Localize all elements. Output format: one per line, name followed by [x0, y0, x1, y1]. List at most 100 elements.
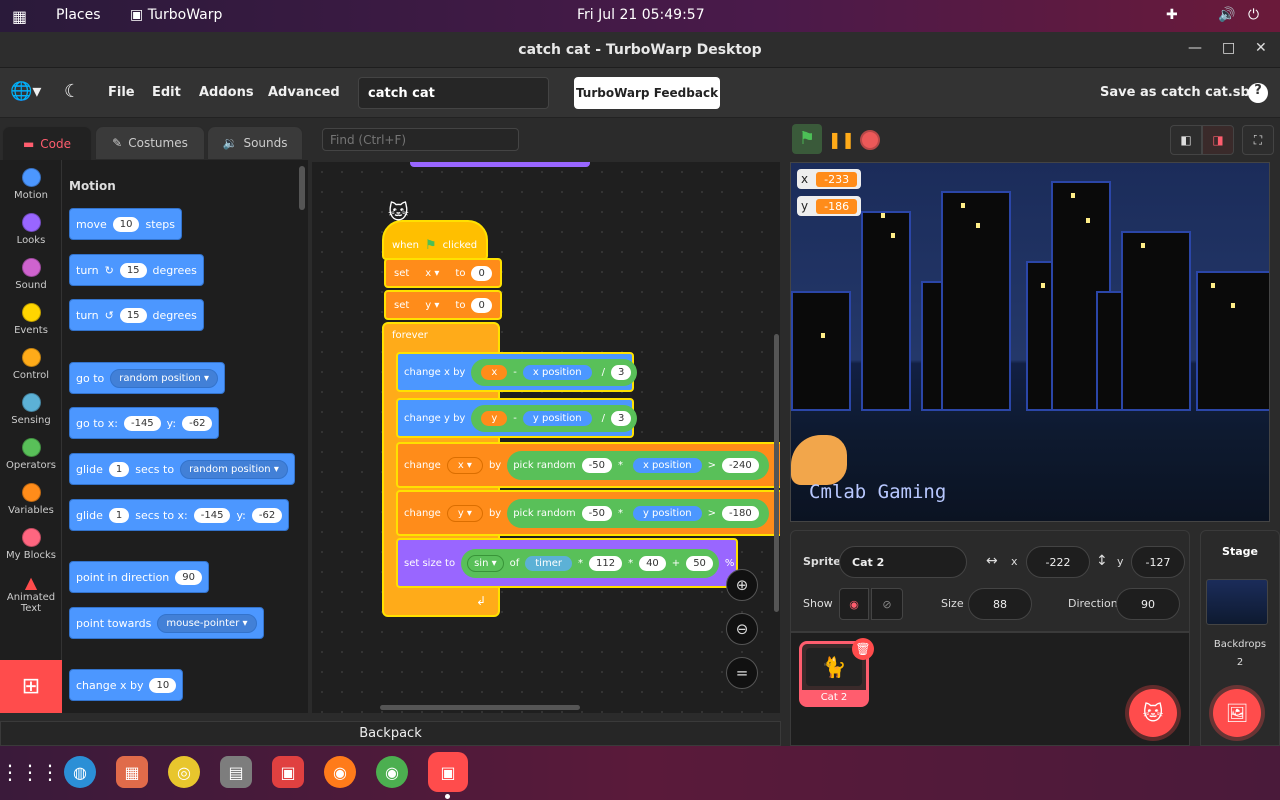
firefox-icon[interactable]: ◉ — [324, 756, 356, 788]
glide-x-input[interactable]: -145 — [193, 507, 231, 523]
change-x-by-block[interactable]: change x by x - x position / 3 — [396, 352, 638, 392]
change-var-x-dropdown[interactable]: x ▾ — [446, 456, 483, 474]
rhythmbox-icon[interactable]: ◎ — [168, 756, 200, 788]
chrome-icon[interactable]: ◉ — [376, 756, 408, 788]
block-glide[interactable]: glide 1 secs to random position ▾ — [69, 453, 295, 485]
category-sound[interactable]: Sound — [0, 258, 62, 291]
pick-random-x-min-input[interactable]: -50 — [581, 457, 612, 473]
category-events[interactable]: Events — [0, 303, 62, 336]
tab-code[interactable]: ▬ Code — [2, 126, 92, 160]
greater-than-y-operator[interactable]: y position > -180 — [628, 503, 763, 523]
category-my-blocks[interactable]: My Blocks — [0, 528, 62, 561]
software-icon[interactable]: ▣ — [272, 756, 304, 788]
sprite-thumb-cat-2[interactable]: 🐈 Cat 2 🗑 — [799, 638, 874, 707]
set-x-var-dropdown[interactable]: x ▾ — [415, 265, 450, 281]
go-to-dropdown[interactable]: random position ▾ — [110, 368, 219, 388]
block-move[interactable]: move 10 steps — [69, 208, 182, 240]
file-menu[interactable]: File — [108, 85, 135, 100]
monitor-y[interactable]: y -186 — [797, 196, 862, 216]
show-sprite-button[interactable]: ◉ — [839, 588, 869, 620]
sprite-name-input[interactable]: Cat 2 — [839, 546, 967, 578]
size-amplitude-input[interactable]: 40 — [639, 555, 666, 571]
y-position-reporter-2[interactable]: y position — [632, 505, 702, 521]
set-y-value-input[interactable]: 0 — [471, 297, 492, 313]
set-size-block[interactable]: set size to sin ▾ of timer * 112 * 40 + … — [396, 538, 738, 588]
set-y-block[interactable]: set y ▾ to 0 — [384, 290, 502, 320]
block-go-to[interactable]: go to random position ▾ — [69, 362, 226, 394]
app-menu[interactable]: ▣ TurboWarp — [130, 7, 222, 23]
script-workspace[interactable]: forever when ⚑ clicked 🐱 set x ▾ to 0 se… — [312, 162, 780, 713]
change-y-divisor-input[interactable]: 3 — [610, 410, 632, 426]
math-function-dropdown[interactable]: sin ▾ — [467, 554, 504, 572]
change-var-x-block[interactable]: change x ▾ by pick random -50 * x positi… — [396, 442, 780, 488]
subtract-operator-y[interactable]: y - y position — [477, 408, 596, 428]
close-button[interactable]: ✕ — [1255, 40, 1267, 56]
sprite-size-input[interactable]: 88 — [968, 588, 1032, 620]
hide-sprite-button[interactable]: ⊘ — [871, 588, 903, 620]
turn-right-input[interactable]: 15 — [119, 262, 147, 278]
category-control[interactable]: Control — [0, 348, 62, 381]
large-stage-button[interactable]: ◨ — [1202, 125, 1234, 155]
change-y-by-block[interactable]: change y by y - y position / 3 — [396, 398, 638, 438]
monitor-x[interactable]: x -233 — [797, 169, 862, 189]
pick-random-y-min-input[interactable]: -50 — [581, 505, 612, 521]
category-operators[interactable]: Operators — [0, 438, 62, 471]
glide-dropdown[interactable]: random position ▾ — [180, 459, 288, 479]
block-change-x[interactable]: change x by 10 — [69, 669, 184, 701]
workspace-vscrollbar[interactable] — [774, 334, 779, 612]
subtract-operator[interactable]: x - x position — [477, 362, 596, 382]
calendar-icon[interactable]: ▦ — [116, 756, 148, 788]
set-x-value-input[interactable]: 0 — [471, 265, 492, 281]
divide-operator[interactable]: x - x position / 3 — [471, 358, 638, 386]
zoom-reset-button[interactable]: = — [726, 657, 758, 689]
fullscreen-button[interactable]: ⛶ — [1242, 125, 1274, 155]
green-flag-button[interactable]: ⚑ — [792, 124, 822, 154]
places-menu[interactable]: Places — [56, 7, 101, 23]
sprite-x-input[interactable]: -222 — [1026, 546, 1090, 578]
cat-sprite[interactable] — [791, 435, 847, 485]
direction-input[interactable]: 90 — [175, 569, 203, 585]
glide-secs-input[interactable]: 1 — [108, 461, 130, 477]
change-var-y-dropdown[interactable]: y ▾ — [446, 504, 483, 522]
set-y-var-dropdown[interactable]: y ▾ — [415, 297, 450, 313]
sprite-direction-input[interactable]: 90 — [1116, 588, 1180, 620]
block-glide-xy[interactable]: glide 1 secs to x: -145 y: -62 — [69, 499, 290, 531]
palette-scrollbar[interactable] — [299, 166, 305, 210]
help-icon[interactable]: ? — [1248, 83, 1268, 103]
tab-sounds[interactable]: 🔉 Sounds — [207, 126, 303, 160]
turbowarp-taskbar-icon[interactable]: ▣ — [428, 752, 468, 792]
point-towards-dropdown[interactable]: mouse-pointer ▾ — [157, 613, 257, 633]
sin-of-operator[interactable]: sin ▾ of timer * 112 * 40 + 50 — [461, 548, 719, 578]
browser-icon[interactable]: ◍ — [64, 756, 96, 788]
zoom-in-button[interactable]: ⊕ — [726, 569, 758, 601]
choose-backdrop-button[interactable]: 🖼 — [1213, 689, 1261, 737]
pick-random-y-operator[interactable]: pick random -50 * y position > -180 — [507, 498, 769, 528]
addons-menu[interactable]: Addons — [199, 85, 254, 100]
clock[interactable]: Fri Jul 21 05:49:57 — [577, 7, 705, 23]
size-multiplier-input[interactable]: 112 — [588, 555, 623, 571]
go-to-y-input[interactable]: -62 — [182, 415, 213, 431]
add-extension-button[interactable]: ⊞ — [0, 660, 62, 713]
block-point-towards[interactable]: point towards mouse-pointer ▾ — [69, 607, 264, 639]
minimize-button[interactable]: — — [1188, 40, 1202, 56]
go-to-x-input[interactable]: -145 — [123, 415, 161, 431]
x-var-reporter[interactable]: x — [481, 364, 508, 380]
glide-xy-secs-input[interactable]: 1 — [108, 507, 130, 523]
pause-button[interactable]: ❚❚ — [828, 130, 855, 149]
change-x-input[interactable]: 10 — [149, 677, 177, 693]
category-sensing[interactable]: Sensing — [0, 393, 62, 426]
timer-reporter[interactable]: timer — [525, 555, 572, 571]
save-button[interactable]: Save as catch cat.sb3 — [1100, 85, 1259, 100]
project-title-input[interactable] — [358, 77, 549, 109]
workspace-hscrollbar[interactable] — [380, 705, 580, 710]
move-steps-input[interactable]: 10 — [112, 216, 140, 232]
turn-left-input[interactable]: 15 — [119, 307, 147, 323]
greater-than-x-operator[interactable]: x position > -240 — [628, 455, 763, 475]
block-go-to-xy[interactable]: go to x: -145 y: -62 — [69, 407, 220, 439]
files-icon[interactable]: ▤ — [220, 756, 252, 788]
advanced-menu[interactable]: Advanced — [268, 85, 340, 100]
stage-canvas[interactable]: x -233 y -186 Cmlab Gaming — [790, 162, 1270, 522]
divide-operator-y[interactable]: y - y position / 3 — [471, 404, 638, 432]
delete-sprite-button[interactable]: 🗑 — [852, 638, 874, 660]
category-animated-text[interactable]: ▲ Animated Text — [0, 573, 62, 614]
